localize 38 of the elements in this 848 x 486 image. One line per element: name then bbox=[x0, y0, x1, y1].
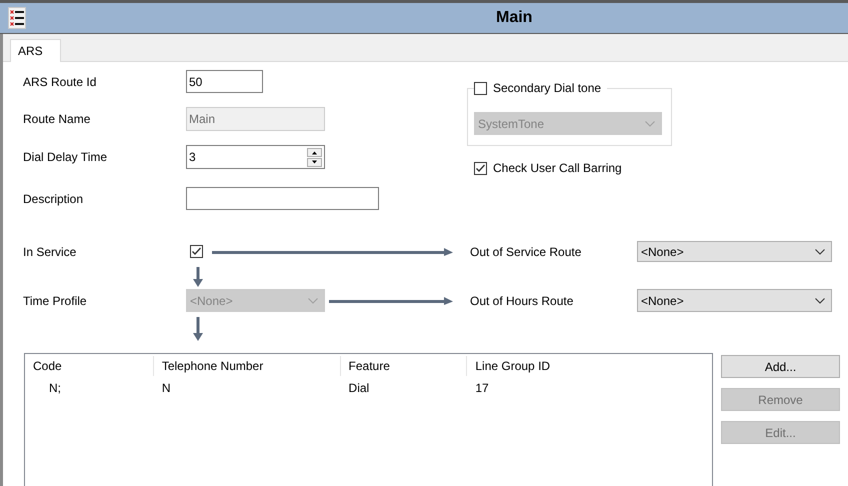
field-label: ARS Route Id bbox=[23, 74, 98, 90]
field-label: Time Profile bbox=[23, 292, 88, 310]
field-label: In Service bbox=[23, 244, 78, 260]
table-cell-text: N bbox=[160, 380, 172, 397]
chevron-down-icon bbox=[308, 298, 318, 304]
arrow-down-icon bbox=[193, 317, 203, 341]
window-title: Main bbox=[496, 8, 532, 28]
chevron-down-icon bbox=[815, 298, 825, 304]
field-label: Dial Delay Time bbox=[23, 149, 108, 166]
arrow-down-icon bbox=[193, 267, 203, 287]
column-header[interactable]: Telephone Number bbox=[154, 356, 341, 376]
spinner-arrows-icon[interactable] bbox=[307, 148, 322, 166]
button[interactable]: Add... bbox=[721, 355, 840, 378]
chevron-down-icon bbox=[645, 120, 655, 126]
checkbox-label: Check User Call Barring bbox=[493, 160, 622, 177]
spin-field[interactable]: 3 bbox=[186, 145, 325, 169]
column-header[interactable]: Line Group ID bbox=[467, 356, 712, 376]
table-cell-text: 17 bbox=[474, 380, 490, 397]
arrow-right-icon bbox=[212, 248, 453, 256]
field-label: Route Name bbox=[23, 111, 92, 128]
checked-checkbox[interactable] bbox=[190, 245, 203, 258]
table-cell-text: Dial bbox=[348, 380, 370, 397]
field-label: Out of Service Route bbox=[470, 244, 582, 260]
dropdown[interactable]: <None> bbox=[637, 241, 832, 262]
tab[interactable]: ARS bbox=[10, 39, 61, 62]
column-header[interactable]: Feature bbox=[340, 356, 468, 376]
input-field[interactable]: 50 bbox=[186, 70, 263, 93]
checklist-icon[interactable] bbox=[8, 7, 26, 29]
checkbox-label: Secondary Dial tone bbox=[493, 80, 602, 97]
table-cell-text: N; bbox=[48, 380, 62, 397]
arrow-right-icon bbox=[329, 296, 453, 304]
dropdown[interactable]: <None> bbox=[637, 289, 832, 312]
field-label: Out of Hours Route bbox=[470, 292, 574, 310]
column-header[interactable]: Code bbox=[25, 356, 154, 376]
input-field[interactable] bbox=[186, 187, 379, 210]
chevron-down-icon bbox=[815, 248, 825, 254]
checked-checkbox[interactable] bbox=[474, 162, 487, 174]
field-label: Description bbox=[23, 190, 84, 208]
